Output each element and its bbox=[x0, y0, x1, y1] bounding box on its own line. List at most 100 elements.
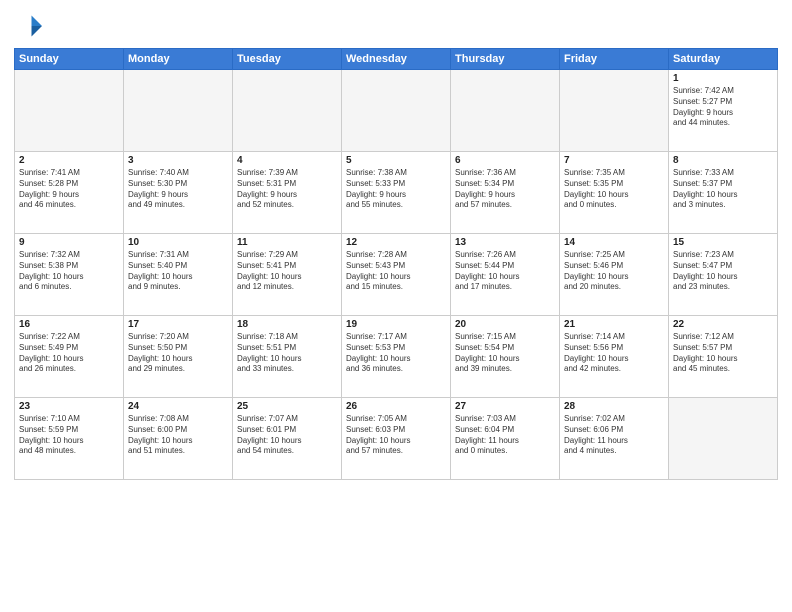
calendar-cell bbox=[451, 70, 560, 152]
cell-info: Sunrise: 7:36 AM Sunset: 5:34 PM Dayligh… bbox=[455, 168, 555, 211]
cell-info: Sunrise: 7:23 AM Sunset: 5:47 PM Dayligh… bbox=[673, 250, 773, 293]
cell-info: Sunrise: 7:42 AM Sunset: 5:27 PM Dayligh… bbox=[673, 86, 773, 129]
cell-info: Sunrise: 7:33 AM Sunset: 5:37 PM Dayligh… bbox=[673, 168, 773, 211]
day-number: 20 bbox=[455, 319, 555, 330]
day-number: 28 bbox=[564, 401, 664, 412]
day-number: 12 bbox=[346, 237, 446, 248]
cell-info: Sunrise: 7:17 AM Sunset: 5:53 PM Dayligh… bbox=[346, 332, 446, 375]
cell-info: Sunrise: 7:26 AM Sunset: 5:44 PM Dayligh… bbox=[455, 250, 555, 293]
calendar-cell: 2 Sunrise: 7:41 AM Sunset: 5:28 PM Daylig… bbox=[15, 152, 124, 234]
calendar-cell: 4Sunrise: 7:39 AM Sunset: 5:31 PM Daylig… bbox=[233, 152, 342, 234]
calendar-cell: 10 Sunrise: 7:31 AM Sunset: 5:40 PM Dayli… bbox=[124, 234, 233, 316]
cell-info: Sunrise: 7:40 AM Sunset: 5:30 PM Dayligh… bbox=[128, 168, 228, 211]
day-number: 1 bbox=[673, 73, 773, 84]
day-number: 2 bbox=[19, 155, 119, 166]
day-number: 7 bbox=[564, 155, 664, 166]
calendar-cell: 20 Sunrise: 7:15 AM Sunset: 5:54 PM Dayli… bbox=[451, 316, 560, 398]
weekday-header: Saturday bbox=[669, 49, 778, 70]
calendar-week-row: 9 Sunrise: 7:32 AM Sunset: 5:38 PM Daylig… bbox=[15, 234, 778, 316]
day-number: 15 bbox=[673, 237, 773, 248]
calendar-cell: 3 Sunrise: 7:40 AM Sunset: 5:30 PM Daylig… bbox=[124, 152, 233, 234]
cell-info: Sunrise: 7:12 AM Sunset: 5:57 PM Dayligh… bbox=[673, 332, 773, 375]
cell-info: Sunrise: 7:31 AM Sunset: 5:40 PM Dayligh… bbox=[128, 250, 228, 293]
day-number: 4 bbox=[237, 155, 337, 166]
calendar-cell: 12 Sunrise: 7:28 AM Sunset: 5:43 PM Dayli… bbox=[342, 234, 451, 316]
day-number: 16 bbox=[19, 319, 119, 330]
calendar-cell: 25 Sunrise: 7:07 AM Sunset: 6:01 PM Dayli… bbox=[233, 398, 342, 480]
cell-info: Sunrise: 7:28 AM Sunset: 5:43 PM Dayligh… bbox=[346, 250, 446, 293]
cell-info: Sunrise: 7:20 AM Sunset: 5:50 PM Dayligh… bbox=[128, 332, 228, 375]
cell-info: Sunrise: 7:08 AM Sunset: 6:00 PM Dayligh… bbox=[128, 414, 228, 457]
day-number: 18 bbox=[237, 319, 337, 330]
day-number: 21 bbox=[564, 319, 664, 330]
day-number: 27 bbox=[455, 401, 555, 412]
day-number: 14 bbox=[564, 237, 664, 248]
calendar-cell: 14 Sunrise: 7:25 AM Sunset: 5:46 PM Dayli… bbox=[560, 234, 669, 316]
cell-info: Sunrise: 7:29 AM Sunset: 5:41 PM Dayligh… bbox=[237, 250, 337, 293]
weekday-header: Sunday bbox=[15, 49, 124, 70]
calendar-cell: 26Sunrise: 7:05 AM Sunset: 6:03 PM Dayli… bbox=[342, 398, 451, 480]
day-number: 13 bbox=[455, 237, 555, 248]
calendar-cell: 27 Sunrise: 7:03 AM Sunset: 6:04 PM Dayli… bbox=[451, 398, 560, 480]
calendar-cell: 22 Sunrise: 7:12 AM Sunset: 5:57 PM Dayli… bbox=[669, 316, 778, 398]
calendar-week-row: 23 Sunrise: 7:10 AM Sunset: 5:59 PM Dayli… bbox=[15, 398, 778, 480]
cell-info: Sunrise: 7:22 AM Sunset: 5:49 PM Dayligh… bbox=[19, 332, 119, 375]
day-number: 19 bbox=[346, 319, 446, 330]
calendar-cell: 13 Sunrise: 7:26 AM Sunset: 5:44 PM Dayli… bbox=[451, 234, 560, 316]
calendar-cell: 19 Sunrise: 7:17 AM Sunset: 5:53 PM Dayli… bbox=[342, 316, 451, 398]
calendar-cell bbox=[233, 70, 342, 152]
cell-info: Sunrise: 7:35 AM Sunset: 5:35 PM Dayligh… bbox=[564, 168, 664, 211]
cell-info: Sunrise: 7:38 AM Sunset: 5:33 PM Dayligh… bbox=[346, 168, 446, 211]
calendar: SundayMondayTuesdayWednesdayThursdayFrid… bbox=[14, 48, 778, 480]
header bbox=[14, 12, 778, 40]
calendar-cell: 6 Sunrise: 7:36 AM Sunset: 5:34 PM Daylig… bbox=[451, 152, 560, 234]
calendar-cell: 21 Sunrise: 7:14 AM Sunset: 5:56 PM Dayli… bbox=[560, 316, 669, 398]
weekday-header: Wednesday bbox=[342, 49, 451, 70]
calendar-cell: 8 Sunrise: 7:33 AM Sunset: 5:37 PM Daylig… bbox=[669, 152, 778, 234]
cell-info: Sunrise: 7:07 AM Sunset: 6:01 PM Dayligh… bbox=[237, 414, 337, 457]
calendar-cell bbox=[124, 70, 233, 152]
day-number: 3 bbox=[128, 155, 228, 166]
weekday-header: Monday bbox=[124, 49, 233, 70]
calendar-cell bbox=[342, 70, 451, 152]
calendar-cell: 28 Sunrise: 7:02 AM Sunset: 6:06 PM Dayli… bbox=[560, 398, 669, 480]
day-number: 8 bbox=[673, 155, 773, 166]
cell-info: Sunrise: 7:32 AM Sunset: 5:38 PM Dayligh… bbox=[19, 250, 119, 293]
cell-info: Sunrise: 7:15 AM Sunset: 5:54 PM Dayligh… bbox=[455, 332, 555, 375]
calendar-cell: 1 Sunrise: 7:42 AM Sunset: 5:27 PM Daylig… bbox=[669, 70, 778, 152]
calendar-cell: 15 Sunrise: 7:23 AM Sunset: 5:47 PM Dayli… bbox=[669, 234, 778, 316]
calendar-cell bbox=[560, 70, 669, 152]
day-number: 22 bbox=[673, 319, 773, 330]
calendar-cell: 17 Sunrise: 7:20 AM Sunset: 5:50 PM Dayli… bbox=[124, 316, 233, 398]
cell-info: Sunrise: 7:18 AM Sunset: 5:51 PM Dayligh… bbox=[237, 332, 337, 375]
day-number: 26 bbox=[346, 401, 446, 412]
calendar-cell: 16 Sunrise: 7:22 AM Sunset: 5:49 PM Dayli… bbox=[15, 316, 124, 398]
cell-info: Sunrise: 7:41 AM Sunset: 5:28 PM Dayligh… bbox=[19, 168, 119, 211]
day-number: 6 bbox=[455, 155, 555, 166]
cell-info: Sunrise: 7:02 AM Sunset: 6:06 PM Dayligh… bbox=[564, 414, 664, 457]
day-number: 17 bbox=[128, 319, 228, 330]
cell-info: Sunrise: 7:03 AM Sunset: 6:04 PM Dayligh… bbox=[455, 414, 555, 457]
day-number: 10 bbox=[128, 237, 228, 248]
cell-info: Sunrise: 7:14 AM Sunset: 5:56 PM Dayligh… bbox=[564, 332, 664, 375]
weekday-header: Tuesday bbox=[233, 49, 342, 70]
cell-info: Sunrise: 7:25 AM Sunset: 5:46 PM Dayligh… bbox=[564, 250, 664, 293]
calendar-cell: 24 Sunrise: 7:08 AM Sunset: 6:00 PM Dayli… bbox=[124, 398, 233, 480]
day-number: 24 bbox=[128, 401, 228, 412]
calendar-cell: 11 Sunrise: 7:29 AM Sunset: 5:41 PM Dayli… bbox=[233, 234, 342, 316]
calendar-body: 1 Sunrise: 7:42 AM Sunset: 5:27 PM Daylig… bbox=[15, 70, 778, 480]
logo-icon bbox=[14, 12, 42, 40]
calendar-week-row: 2 Sunrise: 7:41 AM Sunset: 5:28 PM Daylig… bbox=[15, 152, 778, 234]
day-number: 25 bbox=[237, 401, 337, 412]
calendar-week-row: 16 Sunrise: 7:22 AM Sunset: 5:49 PM Dayli… bbox=[15, 316, 778, 398]
day-number: 23 bbox=[19, 401, 119, 412]
day-number: 5 bbox=[346, 155, 446, 166]
weekday-header: Thursday bbox=[451, 49, 560, 70]
cell-info: Sunrise: 7:10 AM Sunset: 5:59 PM Dayligh… bbox=[19, 414, 119, 457]
calendar-header-row: SundayMondayTuesdayWednesdayThursdayFrid… bbox=[15, 49, 778, 70]
calendar-cell: 5 Sunrise: 7:38 AM Sunset: 5:33 PM Daylig… bbox=[342, 152, 451, 234]
calendar-cell bbox=[15, 70, 124, 152]
calendar-cell: 18 Sunrise: 7:18 AM Sunset: 5:51 PM Dayli… bbox=[233, 316, 342, 398]
day-number: 11 bbox=[237, 237, 337, 248]
day-number: 9 bbox=[19, 237, 119, 248]
